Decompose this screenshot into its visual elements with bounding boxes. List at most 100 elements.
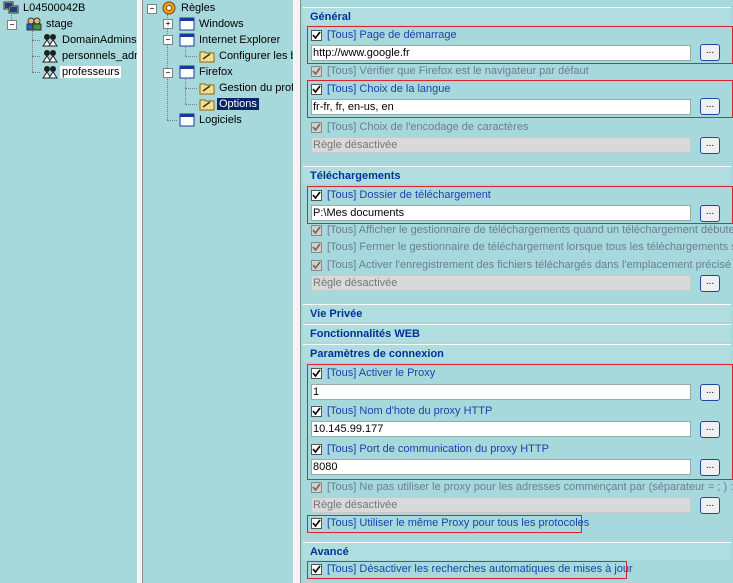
proxy-host-browse-button[interactable]: ...	[700, 421, 720, 438]
proxy-port-field[interactable]: 8080	[311, 459, 691, 475]
download-folder-label: [Tous] Dossier de téléchargement	[327, 189, 491, 201]
tree-root-computer[interactable]: L04500042B	[3, 0, 87, 16]
tree-node-ff-options[interactable]: Options	[199, 96, 259, 112]
tree-node-ff-profile[interactable]: Gestion du profi	[199, 80, 293, 96]
section-advanced: Avancé	[303, 542, 731, 560]
tree-node-label: Options	[217, 98, 259, 110]
no-proxy-option[interactable]: [Tous] Ne pas utiliser le proxy pour les…	[311, 480, 733, 495]
tree-node-stage[interactable]: stage	[26, 16, 75, 32]
users-icon	[42, 65, 58, 79]
collapse-rules-icon[interactable]: −	[147, 4, 157, 14]
encoding-option[interactable]: [Tous] Choix de l'encodage de caractères	[311, 120, 528, 135]
user-group-icon	[26, 17, 42, 31]
tree-node-windows[interactable]: Windows	[179, 16, 246, 32]
no-proxy-label: [Tous] Ne pas utiliser le proxy pour les…	[327, 481, 733, 493]
tree-item-professeurs[interactable]: professeurs	[42, 64, 122, 80]
expand-windows-icon[interactable]: +	[163, 19, 173, 29]
tree-node-label: Windows	[199, 18, 244, 30]
default-browser-label: [Tous] Vérifier que Firefox est le navig…	[327, 65, 589, 77]
download-folder-field[interactable]: P:\Mes documents	[311, 205, 691, 221]
encoding-checkbox[interactable]	[311, 121, 322, 133]
proxy-port-checkbox[interactable]	[311, 443, 322, 455]
download-folder-browse-button[interactable]: ...	[700, 205, 720, 222]
no-proxy-browse-button[interactable]: ...	[700, 497, 720, 514]
tree-node-stage-label: stage	[46, 18, 73, 30]
proxy-enable-checkbox[interactable]	[311, 367, 322, 379]
dl-close-checkbox[interactable]	[311, 241, 322, 253]
tree-node-label: Firefox	[199, 66, 233, 78]
proxy-port-label: [Tous] Port de communication du proxy HT…	[327, 443, 549, 455]
same-proxy-label: [Tous] Utiliser le même Proxy pour tous …	[327, 517, 590, 529]
download-folder-checkbox[interactable]	[311, 189, 322, 201]
homepage-field[interactable]: http://www.google.fr	[311, 45, 691, 61]
tree-item-label: DomainAdmins	[62, 34, 137, 46]
tree-root-label: L04500042B	[23, 2, 86, 14]
dl-save-label: [Tous] Activer l'enregistrement des fich…	[327, 259, 733, 271]
folder-rule-icon	[199, 49, 215, 63]
language-option[interactable]: [Tous] Choix de la langue	[311, 82, 451, 97]
proxy-host-field[interactable]: 10.145.99.177	[311, 421, 691, 437]
language-field[interactable]: fr-fr, fr, en-us, en	[311, 99, 691, 115]
rules-tree-pane[interactable]: − Règles + Windows − Internet Explorer C…	[143, 0, 293, 583]
proxy-enable-field[interactable]: 1	[311, 384, 691, 400]
auto-update-checkbox[interactable]	[311, 563, 322, 575]
tree-node-logiciels[interactable]: Logiciels	[179, 112, 244, 128]
section-web[interactable]: Fonctionnalités WEB	[303, 324, 731, 342]
language-label: [Tous] Choix de la langue	[327, 83, 451, 95]
default-browser-option[interactable]: [Tous] Vérifier que Firefox est le navig…	[311, 64, 589, 79]
dl-show-option[interactable]: [Tous] Afficher le gestionnaire de téléc…	[311, 223, 733, 238]
tree-node-regles-label: Règles	[181, 2, 216, 14]
encoding-browse-button[interactable]: ...	[700, 137, 720, 154]
proxy-host-option[interactable]: [Tous] Nom d'hote du proxy HTTP	[311, 404, 492, 419]
auto-update-label: [Tous] Désactiver les recherches automat…	[327, 563, 633, 575]
language-browse-button[interactable]: ...	[700, 98, 720, 115]
section-privacy[interactable]: Vie Privée	[303, 304, 731, 322]
dl-save-field: Règle désactivée	[311, 275, 691, 291]
homepage-option[interactable]: [Tous] Page de démarrage	[311, 28, 457, 43]
dl-show-checkbox[interactable]	[311, 224, 322, 236]
proxy-enable-browse-button[interactable]: ...	[700, 384, 720, 401]
rules-gear-icon	[161, 1, 177, 15]
computer-icon	[3, 1, 19, 15]
dl-save-browse-button[interactable]: ...	[700, 275, 720, 292]
users-icon	[42, 33, 58, 47]
dl-save-checkbox[interactable]	[311, 259, 322, 271]
download-folder-option[interactable]: [Tous] Dossier de téléchargement	[311, 188, 491, 203]
window-icon	[179, 113, 195, 127]
encoding-label: [Tous] Choix de l'encodage de caractères	[327, 121, 529, 133]
tree-node-firefox[interactable]: Firefox	[179, 64, 235, 80]
same-proxy-checkbox[interactable]	[311, 517, 322, 529]
dl-save-option[interactable]: [Tous] Activer l'enregistrement des fich…	[311, 258, 733, 273]
pane-splitter[interactable]	[293, 0, 301, 583]
default-browser-checkbox[interactable]	[311, 65, 322, 77]
dl-close-label: [Tous] Fermer le gestionnaire de télécha…	[327, 241, 733, 253]
tree-node-label: Gestion du profi	[219, 82, 293, 94]
tree-item-domainadmins[interactable]: DomainAdmins	[42, 32, 137, 48]
proxy-port-browse-button[interactable]: ...	[700, 459, 720, 476]
same-proxy-option[interactable]: [Tous] Utiliser le même Proxy pour tous …	[311, 516, 589, 531]
dl-close-option[interactable]: [Tous] Fermer le gestionnaire de télécha…	[311, 240, 733, 255]
homepage-checkbox[interactable]	[311, 29, 322, 41]
proxy-host-checkbox[interactable]	[311, 405, 322, 417]
tree-node-label: Configurer les b	[219, 50, 293, 62]
homepage-label: [Tous] Page de démarrage	[327, 29, 457, 41]
options-pane: Général [Tous] Page de démarrage http://…	[301, 0, 733, 583]
homepage-browse-button[interactable]: ...	[700, 44, 720, 61]
auto-update-option[interactable]: [Tous] Désactiver les recherches automat…	[311, 562, 633, 577]
proxy-enable-label: [Tous] Activer le Proxy	[327, 367, 436, 379]
folder-rule-icon	[199, 81, 215, 95]
tree-node-ie[interactable]: Internet Explorer	[179, 32, 282, 48]
tree-node-regles[interactable]: Règles	[161, 0, 217, 16]
collapse-firefox-icon[interactable]: −	[163, 68, 173, 78]
tree-item-personnels[interactable]: personnels_adm	[42, 48, 137, 64]
language-checkbox[interactable]	[311, 83, 322, 95]
proxy-enable-option[interactable]: [Tous] Activer le Proxy	[311, 366, 435, 381]
collapse-stage-icon[interactable]: −	[7, 20, 17, 30]
no-proxy-checkbox[interactable]	[311, 481, 322, 493]
proxy-port-option[interactable]: [Tous] Port de communication du proxy HT…	[311, 442, 549, 457]
no-proxy-field: Règle désactivée	[311, 497, 691, 513]
dl-show-label: [Tous] Afficher le gestionnaire de téléc…	[327, 224, 733, 236]
collapse-ie-icon[interactable]: −	[163, 35, 173, 45]
tree-node-ie-config[interactable]: Configurer les b	[199, 48, 293, 64]
group-tree-pane[interactable]: L04500042B − stage DomainAdmins personne…	[0, 0, 137, 583]
